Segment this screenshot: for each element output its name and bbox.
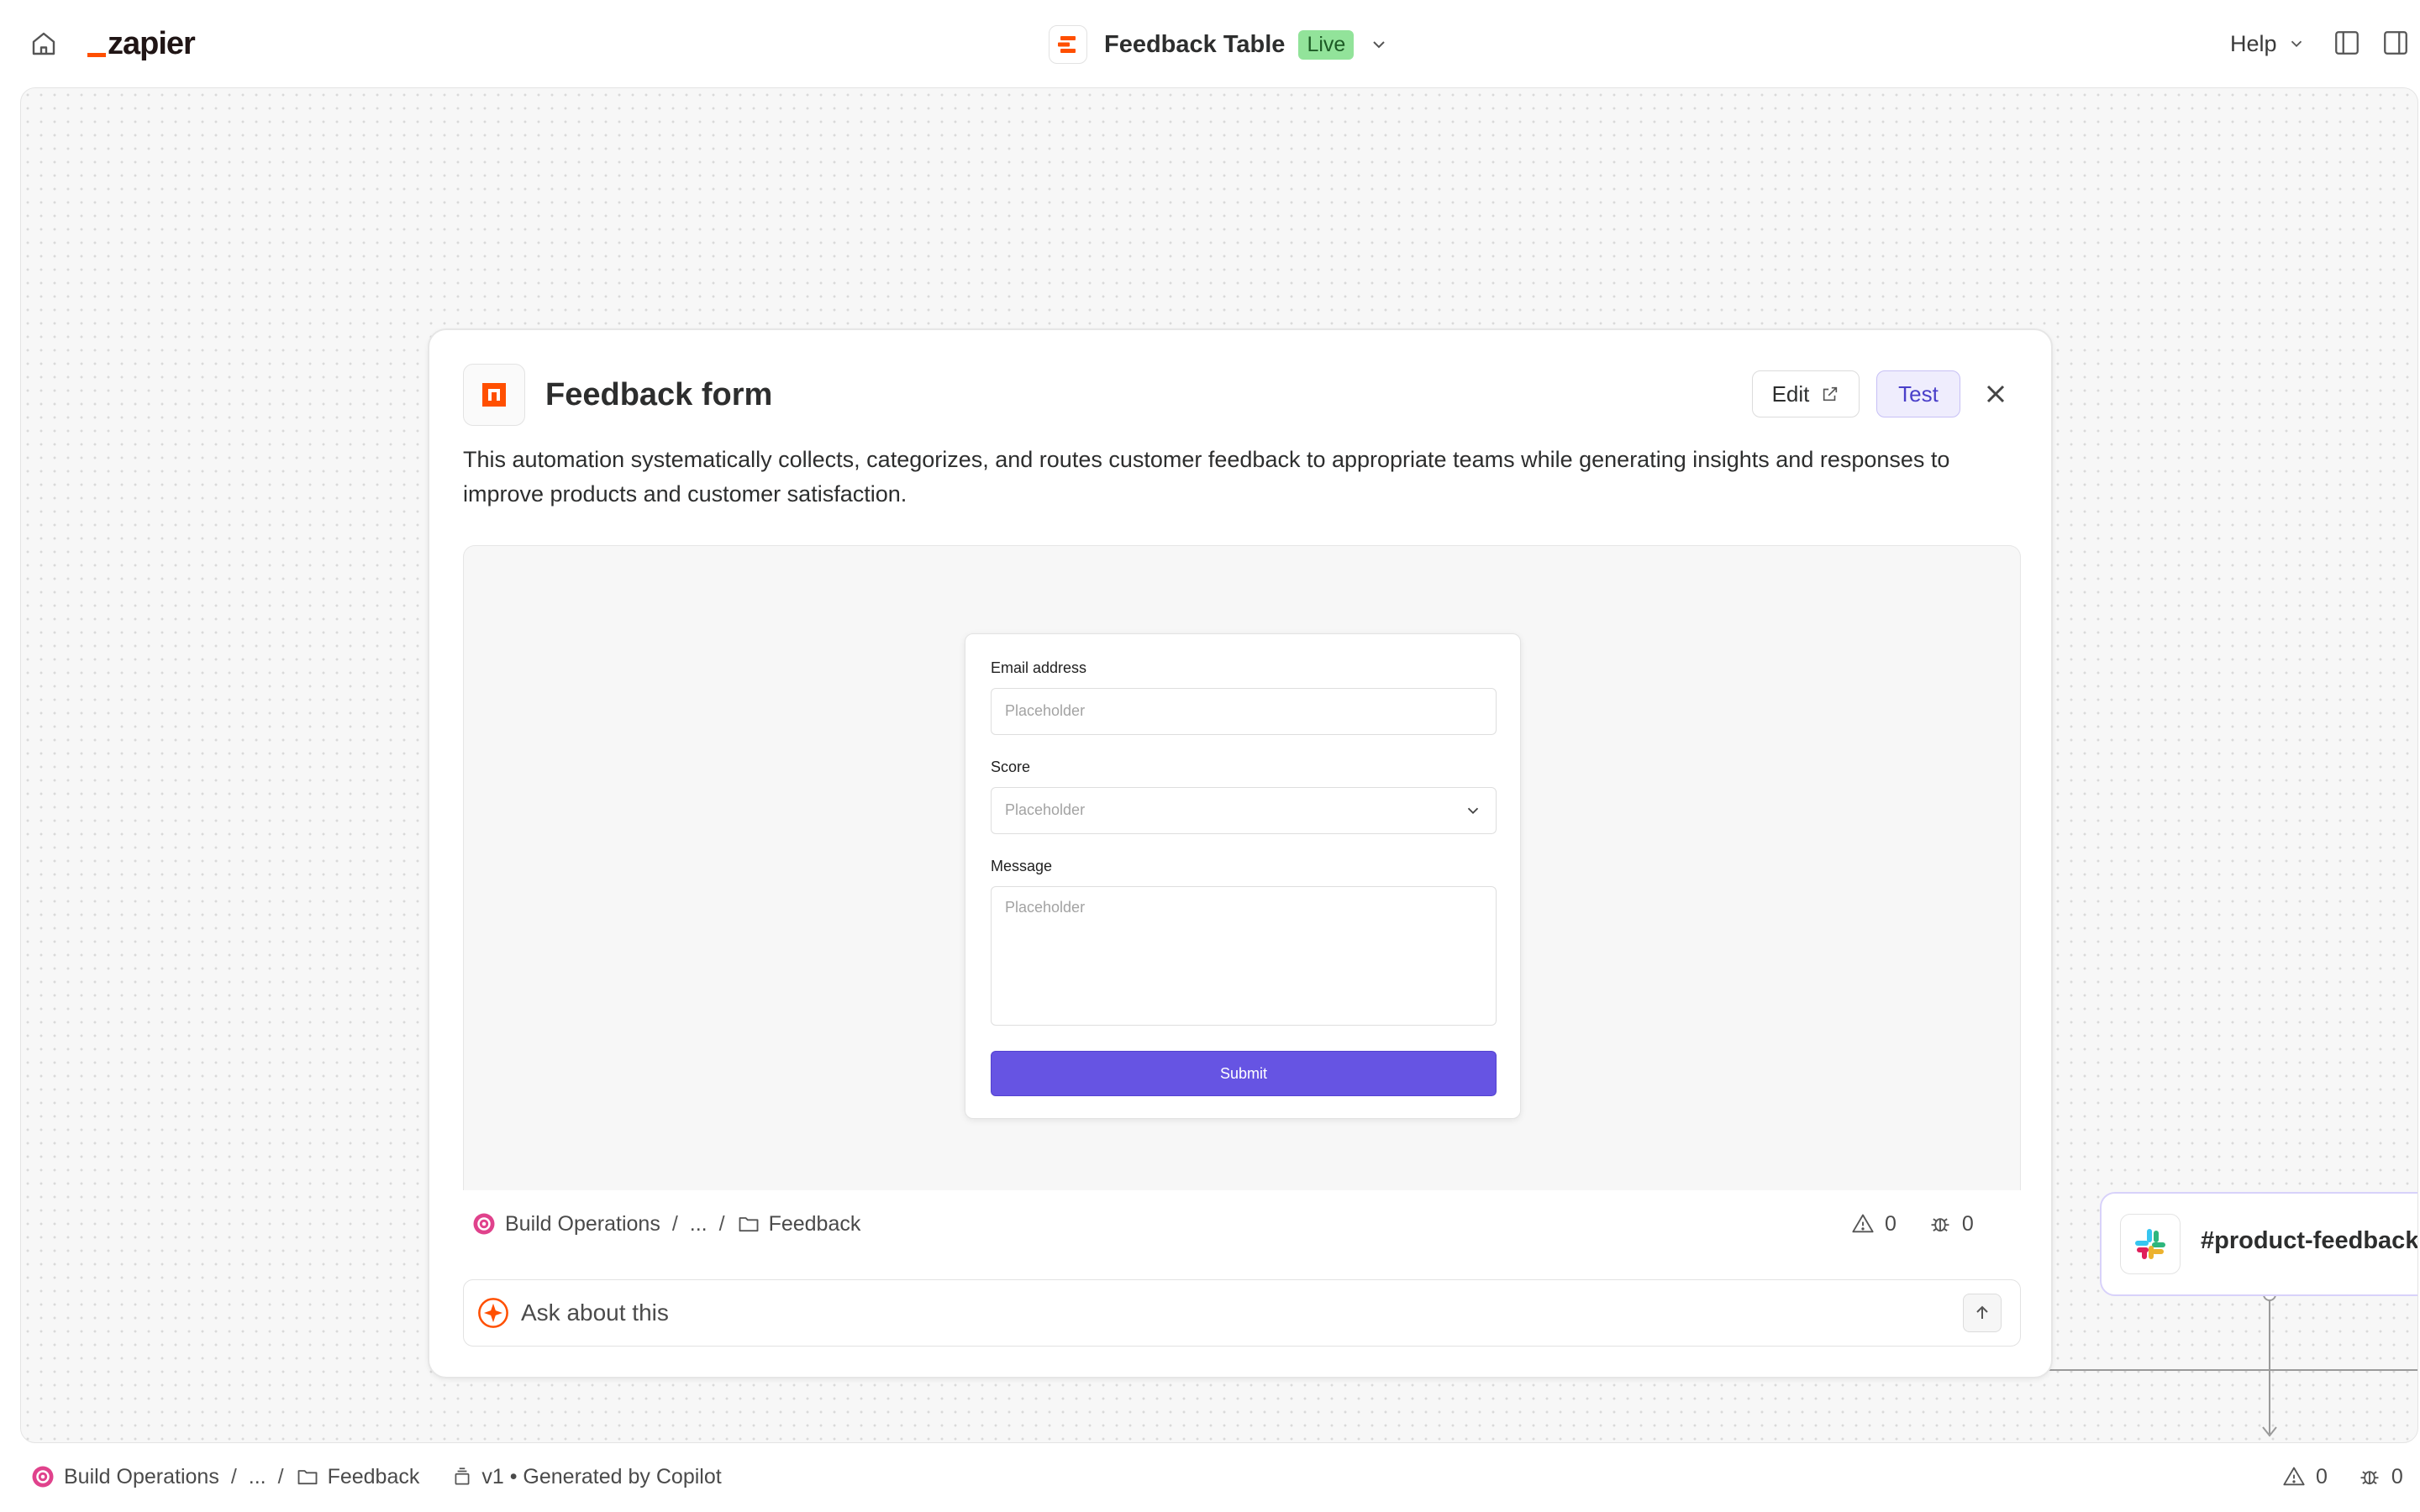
ask-input[interactable]	[521, 1295, 1933, 1331]
card-title: Feedback form	[545, 377, 773, 412]
breadcrumb-separator: /	[671, 1211, 678, 1236]
warning-icon	[2283, 1467, 2305, 1486]
email-field-label: Email address	[991, 659, 1087, 676]
form-preview: Email address Placeholder Score Placehol…	[463, 545, 2021, 1190]
breadcrumb-ellipsis[interactable]: ...	[690, 1212, 708, 1236]
breadcrumb-separator: /	[277, 1464, 284, 1488]
slack-icon	[2120, 1214, 2181, 1274]
status-badge: Live	[1298, 29, 1355, 60]
warnings-count: 0	[1885, 1211, 1897, 1236]
breadcrumb-root[interactable]: Build Operations	[505, 1212, 660, 1236]
help-label: Help	[2230, 30, 2277, 56]
status-errors-count: 0	[2391, 1464, 2403, 1488]
edit-label: Edit	[1771, 381, 1810, 407]
help-menu-button[interactable]: Help	[2230, 29, 2306, 59]
chevron-down-icon	[2291, 40, 2302, 48]
tables-app-icon	[1049, 25, 1087, 64]
external-link-icon	[1823, 386, 1838, 402]
score-select[interactable]: Placeholder	[991, 787, 1497, 834]
breadcrumb-separator: /	[230, 1464, 237, 1488]
folder-icon	[296, 1465, 319, 1488]
logo-text: zapier	[108, 26, 196, 61]
message-textarea[interactable]: Placeholder	[991, 886, 1497, 1026]
chevron-down-icon	[1467, 807, 1479, 815]
test-button[interactable]: Test	[1876, 370, 1960, 417]
status-issue-counts: 0 0	[2282, 1460, 2403, 1494]
canvas-title-switcher[interactable]: Feedback Table Live	[1049, 24, 1389, 66]
warning-icon	[1852, 1214, 1874, 1233]
submit-button[interactable]: Submit	[991, 1051, 1497, 1096]
home-icon[interactable]	[29, 29, 59, 59]
build-operations-icon	[471, 1211, 497, 1236]
breadcrumb: Build Operations / ... / Feedback	[471, 1207, 860, 1241]
version-label: v1 • Generated by Copilot	[481, 1464, 722, 1488]
status-breadcrumb-folder[interactable]: Feedback	[328, 1465, 420, 1489]
bug-icon	[1931, 1218, 1949, 1232]
breadcrumb-folder[interactable]: Feedback	[769, 1212, 861, 1236]
status-bar: Build Operations / ... / Feedback v1 • G…	[0, 1443, 2420, 1512]
copilot-sparkle-icon	[478, 1298, 508, 1328]
edit-button[interactable]: Edit	[1752, 370, 1860, 417]
version-stack-icon	[451, 1466, 473, 1488]
message-placeholder: Placeholder	[1005, 899, 1086, 916]
email-field[interactable]: Placeholder	[991, 688, 1497, 735]
folder-icon	[737, 1212, 760, 1236]
ask-copilot-bar	[463, 1279, 2021, 1347]
right-panel-toggle-icon[interactable]	[2381, 29, 2410, 57]
page-title: Feedback Table	[1104, 30, 1286, 58]
issue-counts: 0 0	[1851, 1207, 1974, 1241]
status-breadcrumb-root[interactable]: Build Operations	[64, 1465, 219, 1489]
slack-step-node[interactable]: #product-feedback	[2100, 1192, 2418, 1296]
card-description: This automation systematically collects,…	[463, 447, 1950, 507]
logo-underscore	[87, 53, 106, 57]
step-detail-card: Feedback form Edit Test This automation …	[428, 328, 2053, 1378]
zapier-logo[interactable]: zapier	[87, 20, 196, 67]
breadcrumb-separator: /	[718, 1211, 725, 1236]
status-breadcrumb: Build Operations / ... / Feedback v1 • G…	[30, 1460, 722, 1494]
email-placeholder: Placeholder	[1005, 702, 1086, 719]
build-operations-icon	[30, 1464, 55, 1489]
bug-icon	[2360, 1471, 2379, 1485]
top-bar: zapier Feedback Table Live Help	[0, 0, 2420, 87]
workflow-canvas[interactable]: Feedback form Edit Test This automation …	[20, 87, 2418, 1443]
arrow-up-icon	[1976, 1305, 1988, 1319]
errors-count: 0	[1961, 1211, 1974, 1236]
status-breadcrumb-ellipsis[interactable]: ...	[249, 1465, 266, 1489]
score-field-label: Score	[991, 759, 1031, 775]
message-field-label: Message	[991, 858, 1053, 874]
score-placeholder: Placeholder	[1005, 801, 1086, 818]
feedback-form: Email address Placeholder Score Placehol…	[965, 633, 1521, 1119]
close-icon[interactable]	[1981, 379, 2011, 409]
interfaces-app-icon	[463, 364, 525, 426]
version-info[interactable]: v1 • Generated by Copilot	[451, 1464, 722, 1489]
slack-channel-name: #product-feedback	[2201, 1227, 2418, 1254]
status-warnings-count: 0	[2316, 1464, 2328, 1488]
left-panel-toggle-icon[interactable]	[2333, 29, 2361, 57]
chevron-down-icon[interactable]	[1369, 34, 1389, 55]
send-button[interactable]	[1963, 1294, 2002, 1332]
